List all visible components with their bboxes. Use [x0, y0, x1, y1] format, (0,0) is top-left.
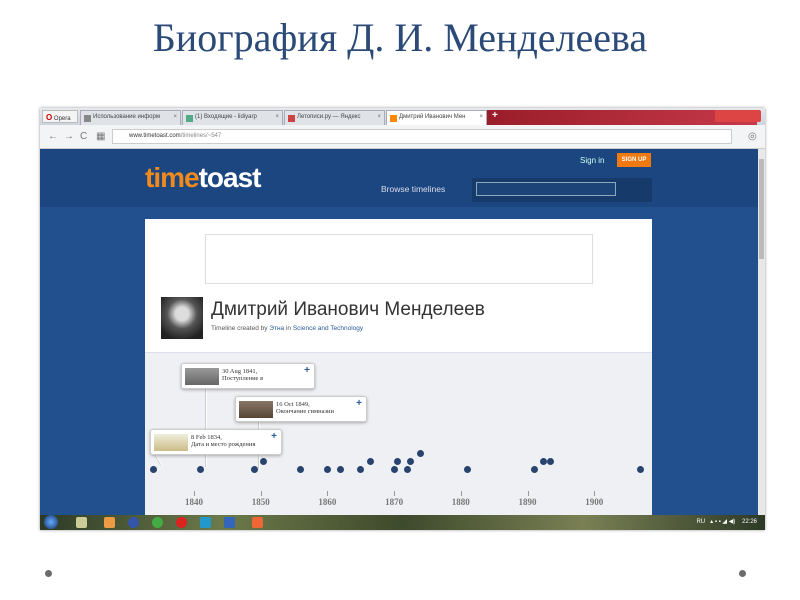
axis-tick	[327, 491, 329, 496]
slide-bullet	[45, 570, 52, 577]
tab[interactable]: Летописи.ру — Яндекс ×	[284, 110, 385, 125]
slide-title: Биография Д. И. Менделеева	[152, 15, 648, 60]
event-image	[185, 368, 219, 385]
axis-tick	[194, 491, 195, 496]
event-dot[interactable]	[260, 458, 268, 465]
event-dot[interactable]	[150, 466, 158, 473]
forward-icon[interactable]: →	[64, 131, 74, 142]
system-tray: RU ▴ ▪ ▪ ◢ ◀) 22:26	[696, 519, 757, 525]
opera-menu-button[interactable]: O Opera	[42, 110, 78, 123]
timeline-area[interactable]: 30 Aug 1841, Поступление в + 16 Oct 1849, О…	[145, 352, 652, 515]
event-popup[interactable]: 30 Aug 1841, Поступление в +	[181, 363, 315, 389]
axis-year-label: 1880	[451, 497, 470, 507]
timeline-card: Дмитрий Иванович Менделеев Timeline crea…	[145, 219, 652, 515]
media-icon[interactable]	[104, 517, 115, 528]
event-dot[interactable]	[250, 466, 258, 473]
site-header: timetoast Sign in SIGN UP Browse timelin…	[40, 149, 758, 207]
event-image	[154, 434, 188, 451]
event-dot[interactable]	[393, 458, 401, 465]
tab[interactable]: (1) Входящие - lidiyarp ×	[182, 110, 283, 125]
axis-year-label: 1900	[585, 497, 604, 507]
new-tab-button[interactable]: +	[492, 110, 498, 121]
tab-bar: O Opera Использование информ × (1) Входящ…	[40, 108, 765, 125]
plus-icon[interactable]: +	[304, 365, 310, 376]
close-icon[interactable]: ×	[275, 114, 279, 120]
window-controls[interactable]	[715, 110, 761, 122]
word-icon[interactable]	[224, 517, 235, 528]
axis-tick	[527, 491, 529, 496]
axis-year-label: 1850	[251, 497, 270, 507]
clock[interactable]: 22:26	[742, 519, 757, 525]
event-dot[interactable]	[297, 466, 305, 473]
timetoast-icon	[390, 115, 397, 122]
event-dot[interactable]	[530, 466, 538, 473]
plus-icon[interactable]: +	[356, 398, 362, 409]
event-dot[interactable]	[390, 466, 398, 473]
event-dot[interactable]	[197, 466, 205, 473]
plus-icon[interactable]: +	[271, 431, 277, 442]
language-indicator[interactable]: RU	[696, 519, 705, 525]
explorer-icon[interactable]	[76, 517, 87, 528]
opera-extension-icon[interactable]: ◎	[748, 131, 757, 142]
axis-year-label: 1840	[185, 497, 203, 507]
start-button[interactable]	[44, 515, 58, 529]
timeline-subtitle: Timeline created by Этна in Science and …	[211, 325, 364, 332]
reload-icon[interactable]: C	[80, 131, 87, 142]
axis-tick	[460, 491, 462, 496]
sign-up-button[interactable]: SIGN UP	[617, 153, 651, 167]
event-dot[interactable]	[403, 466, 411, 473]
axis-tick	[260, 491, 262, 496]
windows-taskbar: RU ▴ ▪ ▪ ◢ ◀) 22:26	[40, 515, 765, 530]
axis-year-label: 1890	[518, 497, 537, 507]
mendeleev-portrait	[161, 297, 203, 339]
timeline-title: Дмитрий Иванович Менделеев	[211, 299, 485, 320]
author-link[interactable]: Этна	[269, 325, 284, 332]
browser-icon[interactable]	[128, 517, 139, 528]
timetoast-logo[interactable]: timetoast	[145, 162, 261, 194]
ad-banner	[205, 234, 593, 284]
event-dot[interactable]	[323, 466, 331, 473]
event-dot[interactable]	[406, 458, 414, 465]
event-dot[interactable]	[416, 450, 424, 457]
event-dot[interactable]	[337, 466, 345, 473]
powerpoint-icon[interactable]	[252, 517, 263, 528]
tab-active[interactable]: Дмитрий Иванович Мен ×	[386, 110, 487, 125]
browse-timelines-label: Browse timelines	[381, 184, 446, 194]
timetoast-page: timetoast Sign in SIGN UP Browse timelin…	[40, 149, 758, 515]
url-input[interactable]: www.timetoast.com/timelines/~547	[112, 129, 732, 144]
page-icon	[288, 115, 295, 122]
axis-tick	[394, 491, 396, 496]
page-icon	[84, 115, 91, 122]
sign-in-link[interactable]: Sign in	[580, 156, 604, 165]
mail-icon	[186, 115, 193, 122]
category-link[interactable]: Science and Technology	[293, 325, 363, 332]
browser-screenshot: O Opera Использование информ × (1) Входящ…	[40, 108, 765, 530]
axis-year-label: 1860	[318, 497, 337, 507]
event-dot[interactable]	[366, 458, 374, 465]
close-icon[interactable]: ×	[173, 114, 177, 120]
address-bar: ← → C ▦ www.timetoast.com/timelines/~547…	[40, 125, 765, 149]
event-dot[interactable]	[637, 466, 645, 473]
scrollbar[interactable]	[758, 149, 765, 515]
event-image	[239, 401, 273, 418]
axis-tick	[594, 491, 596, 496]
slide-bullet	[739, 570, 746, 577]
event-dot[interactable]	[463, 466, 471, 473]
event-dot[interactable]	[547, 458, 554, 465]
speed-dial-icon[interactable]: ▦	[96, 131, 105, 142]
event-popup[interactable]: 8 Feb 1834, Дата и место рождения +	[150, 429, 282, 455]
opera-icon[interactable]	[176, 517, 187, 528]
chrome-icon[interactable]	[152, 517, 163, 528]
close-icon[interactable]: ×	[377, 114, 381, 120]
event-popup[interactable]: 16 Oct 1849, Окончание гимназии +	[235, 396, 367, 422]
close-icon[interactable]: ×	[479, 114, 483, 120]
back-icon[interactable]: ←	[48, 131, 58, 142]
skype-icon[interactable]	[200, 517, 211, 528]
axis-year-label: 1870	[385, 497, 404, 507]
browse-search-input[interactable]	[476, 182, 616, 196]
tab[interactable]: Использование информ ×	[80, 110, 181, 125]
event-dot[interactable]	[357, 466, 365, 473]
browse-search	[472, 178, 652, 202]
